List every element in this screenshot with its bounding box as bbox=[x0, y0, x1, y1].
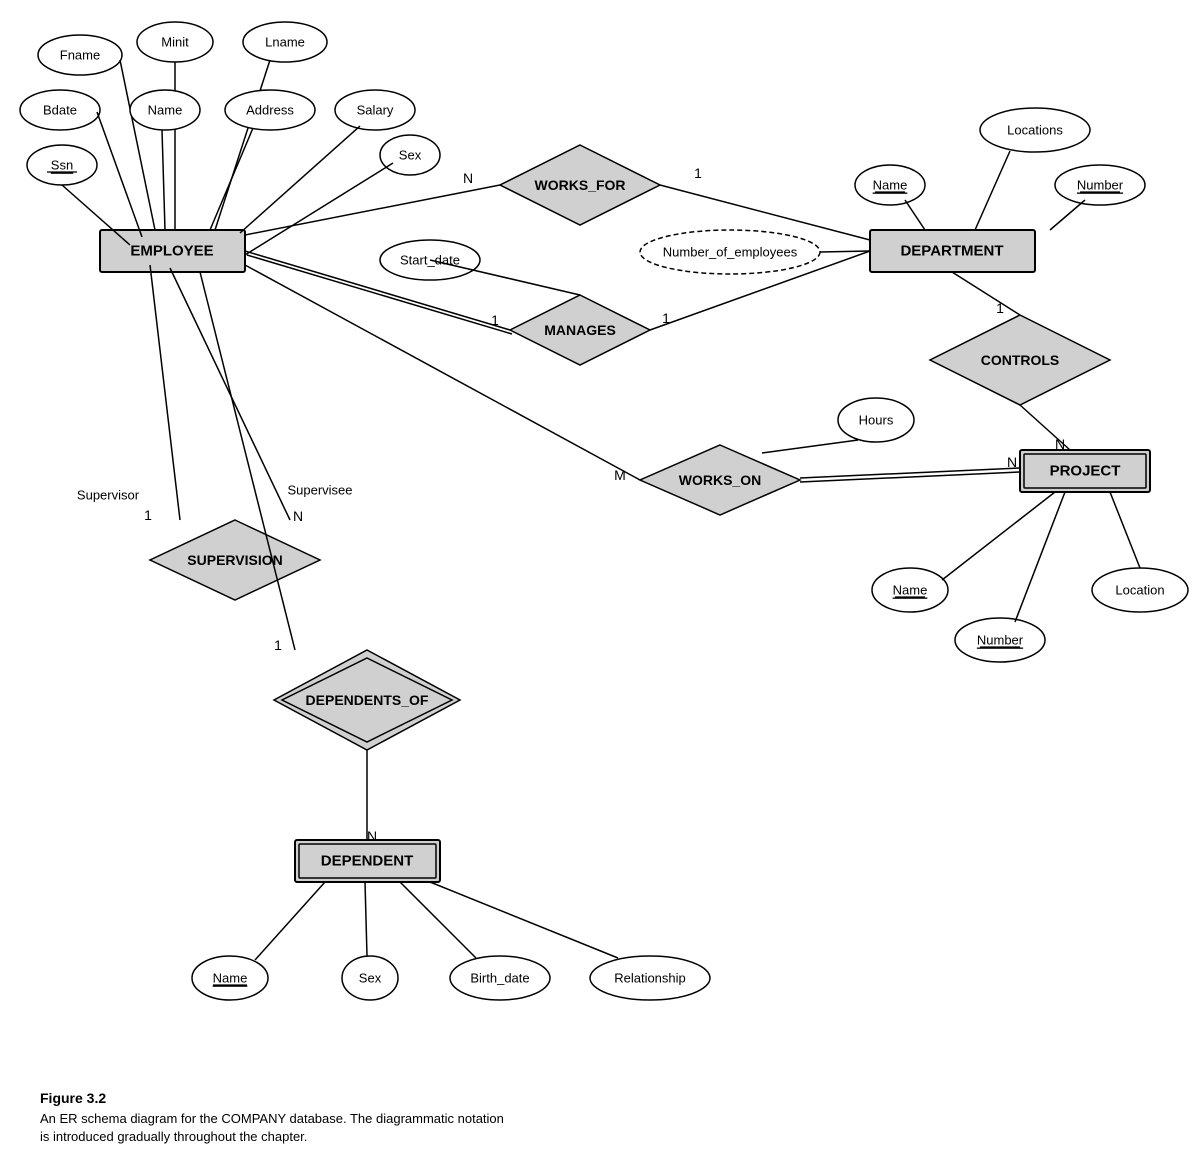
sex-emp-attr: Sex bbox=[399, 148, 422, 163]
dept-number-attr: Number bbox=[1077, 178, 1124, 193]
proj-location-attr: Location bbox=[1115, 583, 1164, 598]
department-entity: DEPARTMENT bbox=[900, 243, 1003, 260]
controls-rel: CONTROLS bbox=[981, 352, 1060, 368]
ssn-attr: Ssn bbox=[51, 158, 73, 173]
supervision-rel: SUPERVISION bbox=[187, 552, 282, 568]
figure-caption: Figure 3.2 An ER schema diagram for the … bbox=[20, 1080, 620, 1156]
card-1-controls: 1 bbox=[996, 300, 1004, 316]
dep-name-attr: Name bbox=[213, 971, 248, 986]
card-n-supervision: N bbox=[293, 508, 303, 524]
card-1-works-for: 1 bbox=[694, 165, 702, 181]
card-1-manages-emp: 1 bbox=[491, 312, 499, 328]
bdate-attr: Bdate bbox=[43, 103, 77, 118]
card-n-controls: N bbox=[1055, 436, 1065, 452]
supervisor-label: Supervisor bbox=[77, 488, 140, 503]
proj-name-attr: Name bbox=[893, 583, 928, 598]
dependent-entity: DEPENDENT bbox=[321, 853, 414, 870]
lname-attr: Lname bbox=[265, 35, 305, 50]
card-n-dependents-of: N bbox=[367, 828, 377, 844]
locations-attr: Locations bbox=[1007, 123, 1063, 138]
birth-date-attr: Birth_date bbox=[470, 971, 529, 986]
minit-attr: Minit bbox=[161, 35, 189, 50]
supervisee-label: Supervisee bbox=[287, 483, 352, 498]
hours-attr: Hours bbox=[859, 413, 894, 428]
dependents-of-rel: DEPENDENTS_OF bbox=[306, 692, 429, 708]
manages-rel: MANAGES bbox=[544, 322, 616, 338]
card-n-works-for: N bbox=[463, 170, 473, 186]
proj-num-attr: Number bbox=[977, 633, 1024, 648]
card-1-supervision: 1 bbox=[144, 507, 152, 523]
card-m-works-on: M bbox=[614, 467, 626, 483]
er-diagram: .entity-rect { fill: #d0d0d0; stroke: #0… bbox=[0, 0, 1201, 1090]
salary-attr: Salary bbox=[357, 103, 394, 118]
works-on-rel: WORKS_ON bbox=[679, 472, 761, 488]
dep-sex-attr: Sex bbox=[359, 971, 382, 986]
employee-entity: EMPLOYEE bbox=[130, 243, 213, 260]
caption-title: Figure 3.2 bbox=[40, 1090, 600, 1106]
card-1-dependents-of: 1 bbox=[274, 637, 282, 653]
dept-name-attr: Name bbox=[873, 178, 908, 193]
num-employees-attr: Number_of_employees bbox=[663, 245, 798, 260]
fname-attr: Fname bbox=[60, 48, 100, 63]
address-attr: Address bbox=[246, 103, 294, 118]
card-n-works-on-proj: N bbox=[1007, 454, 1017, 470]
caption-line2: is introduced gradually throughout the c… bbox=[40, 1129, 307, 1144]
works-for-rel: WORKS_FOR bbox=[535, 177, 626, 193]
relationship-attr: Relationship bbox=[614, 971, 686, 986]
card-1-manages-dept: 1 bbox=[662, 310, 670, 326]
project-entity: PROJECT bbox=[1050, 463, 1121, 480]
name-emp-attr: Name bbox=[148, 103, 183, 118]
caption-line1: An ER schema diagram for the COMPANY dat… bbox=[40, 1111, 504, 1126]
